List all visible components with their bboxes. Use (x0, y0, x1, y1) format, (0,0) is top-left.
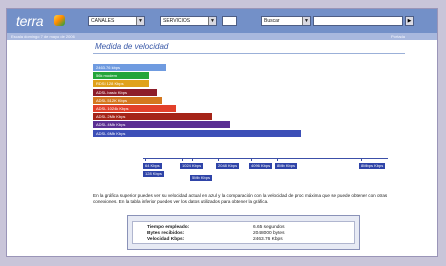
page-title: Medida de velocidad (95, 42, 169, 51)
terra-logo[interactable]: terra (16, 13, 44, 29)
speed-bar: ADSL 2Mb Kbps (93, 113, 212, 121)
servicios-select[interactable]: SERVICIOS ▼ (160, 16, 217, 26)
scale-label: 8Mbps Kbps (359, 163, 386, 169)
portada-link[interactable]: Portada (391, 33, 405, 40)
speed-bar: ADSL basic Kbps (93, 88, 157, 96)
chevron-down-icon: ▼ (208, 17, 216, 25)
results-table: Tiempo empleado: 6.65 segundos Bytes rec… (132, 221, 355, 244)
speed-bar: ADSL 6Mb Kbps (93, 129, 301, 137)
speed-bar: ADSL 1024k Kbps (93, 105, 176, 112)
search-go-button[interactable]: ▶ (405, 16, 414, 26)
result-label: Tiempo empleado: (147, 225, 190, 230)
speed-bar: ADSL 512K Kbps (93, 96, 162, 104)
scale-tick (192, 158, 193, 161)
scale-tick (218, 158, 219, 161)
chevron-down-icon: ▼ (136, 17, 144, 25)
result-value: 2048000 bytes (253, 231, 285, 236)
scale-tick (361, 158, 362, 161)
scale-label: 128 Kbps (143, 171, 164, 177)
scale-label: 8Mb Kbps (275, 163, 298, 169)
buscar-select-value: Buscar (264, 18, 280, 24)
chevron-down-icon: ▼ (302, 17, 310, 25)
speed-bar: 56k modem (93, 72, 149, 80)
scale-label: 64 Kbps (143, 163, 162, 169)
scale-tick (182, 158, 183, 161)
scale-tick (277, 158, 278, 161)
canales-select-value: CANALES (91, 18, 115, 24)
speed-scale-axis (143, 158, 388, 159)
title-divider (93, 53, 405, 54)
scale-tick (145, 158, 146, 161)
date-text: Escala domingo 7 de mayo de 2006 (11, 34, 75, 39)
servicios-extra-field[interactable] (222, 16, 237, 26)
speed-bar: RDSI 128 Kbps (93, 80, 149, 88)
top-navigation-bar: terra CANALES ▼ SERVICIOS ▼ Buscar ▼ ▶ (7, 9, 437, 33)
scale-tick (251, 158, 252, 161)
info-paragraph: En la gráfica superior puedes ver su vel… (93, 193, 388, 204)
scale-label: 2048 Kbps (216, 163, 240, 169)
servicios-select-value: SERVICIOS (163, 18, 191, 24)
result-label: Bytes recibidos: (147, 231, 185, 236)
date-bar: Escala domingo 7 de mayo de 2006 Portada (7, 33, 437, 40)
terra-logo-icon (54, 15, 65, 26)
speed-bar: ADSL 4Mb Kbps (93, 121, 230, 129)
results-panel: Tiempo empleado: 6.65 segundos Bytes rec… (127, 215, 360, 250)
speed-bar: 2463.76 kbps (93, 64, 166, 71)
canales-select[interactable]: CANALES ▼ (88, 16, 145, 26)
page-frame: terra CANALES ▼ SERVICIOS ▼ Buscar ▼ ▶ E… (6, 8, 438, 257)
scale-label: 4096 Kbps (249, 163, 273, 169)
scale-label: 1024 Kbps (180, 163, 204, 169)
scale-label: 5Mb Kbps (190, 175, 213, 181)
buscar-select[interactable]: Buscar ▼ (261, 16, 311, 26)
result-value: 6.65 segundos (253, 225, 285, 230)
result-value: 2463.76 Kbps (253, 237, 283, 242)
result-label: Velocidad Kbps: (147, 237, 185, 242)
search-input[interactable] (313, 16, 403, 26)
